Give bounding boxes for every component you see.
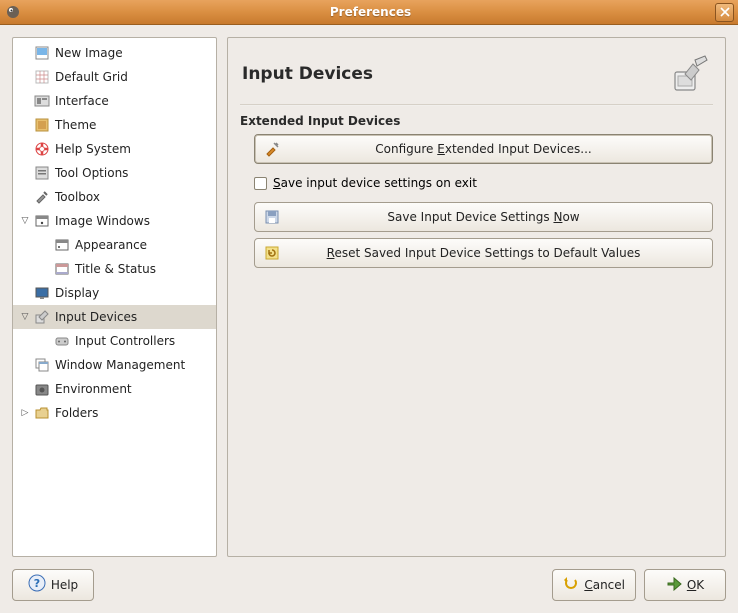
preferences-tree[interactable]: New Image Default Grid Interface Theme bbox=[12, 37, 217, 557]
save-icon bbox=[263, 208, 281, 226]
appearance-icon bbox=[53, 236, 71, 254]
tree-label: Environment bbox=[55, 382, 132, 396]
checkbox-label: Save input device settings on exit bbox=[273, 176, 477, 190]
theme-icon bbox=[33, 116, 51, 134]
tree-label: Input Controllers bbox=[75, 334, 175, 348]
tree-label: Help System bbox=[55, 142, 131, 156]
input-devices-icon bbox=[33, 308, 51, 326]
content-panel: Input Devices Extended Input Devices bbox=[227, 37, 726, 557]
undo-icon bbox=[563, 575, 579, 595]
tree-label: Folders bbox=[55, 406, 98, 420]
input-controllers-icon bbox=[53, 332, 71, 350]
tree-item-default-grid[interactable]: Default Grid bbox=[13, 65, 216, 89]
configure-extended-input-button[interactable]: Configure Extended Input Devices... bbox=[254, 134, 713, 164]
window-management-icon bbox=[33, 356, 51, 374]
tree-label: Theme bbox=[55, 118, 96, 132]
reset-input-settings-button[interactable]: Reset Saved Input Device Settings to Def… bbox=[254, 238, 713, 268]
tree-item-display[interactable]: Display bbox=[13, 281, 216, 305]
save-input-settings-now-button[interactable]: Save Input Device Settings Now bbox=[254, 202, 713, 232]
save-on-exit-checkbox[interactable]: Save input device settings on exit bbox=[254, 170, 713, 196]
divider bbox=[240, 104, 713, 106]
cancel-button[interactable]: Cancel bbox=[552, 569, 636, 601]
tree-item-toolbox[interactable]: Toolbox bbox=[13, 185, 216, 209]
tree-label: Interface bbox=[55, 94, 109, 108]
tree-label: New Image bbox=[55, 46, 123, 60]
tree-item-new-image[interactable]: New Image bbox=[13, 41, 216, 65]
tree-item-help-system[interactable]: Help System bbox=[13, 137, 216, 161]
tree-label: Image Windows bbox=[55, 214, 150, 228]
tree-label: Display bbox=[55, 286, 99, 300]
tree-label: Window Management bbox=[55, 358, 185, 372]
toolbox-icon bbox=[33, 188, 51, 206]
tree-item-image-windows[interactable]: ▽ Image Windows bbox=[13, 209, 216, 233]
tree-label: Tool Options bbox=[55, 166, 128, 180]
tree-label: Input Devices bbox=[55, 310, 137, 324]
titlebar: Preferences bbox=[0, 0, 738, 25]
grid-icon bbox=[33, 68, 51, 86]
expander-icon[interactable]: ▷ bbox=[19, 407, 31, 419]
help-icon: ? bbox=[28, 574, 46, 596]
tree-item-title-status[interactable]: Title & Status bbox=[13, 257, 216, 281]
tree-item-appearance[interactable]: Appearance bbox=[13, 233, 216, 257]
tree-item-interface[interactable]: Interface bbox=[13, 89, 216, 113]
title-status-icon bbox=[53, 260, 71, 278]
tree-item-folders[interactable]: ▷ Folders bbox=[13, 401, 216, 425]
window-title: Preferences bbox=[26, 5, 715, 19]
display-icon bbox=[33, 284, 51, 302]
app-icon bbox=[4, 3, 22, 21]
checkbox-icon bbox=[254, 177, 267, 190]
tree-item-input-devices[interactable]: ▽ Input Devices bbox=[13, 305, 216, 329]
interface-icon bbox=[33, 92, 51, 110]
new-image-icon bbox=[33, 44, 51, 62]
help-button[interactable]: ? Help bbox=[12, 569, 94, 601]
close-button[interactable] bbox=[715, 3, 734, 22]
button-label: Cancel bbox=[584, 578, 625, 592]
tree-label: Appearance bbox=[75, 238, 147, 252]
expander-icon[interactable]: ▽ bbox=[19, 311, 31, 323]
environment-icon bbox=[33, 380, 51, 398]
button-label: Save Input Device Settings Now bbox=[387, 210, 579, 224]
tree-label: Title & Status bbox=[75, 262, 156, 276]
image-windows-icon bbox=[33, 212, 51, 230]
button-label: Configure Extended Input Devices... bbox=[375, 142, 591, 156]
folders-icon bbox=[33, 404, 51, 422]
button-label: Help bbox=[51, 578, 78, 592]
tree-item-input-controllers[interactable]: Input Controllers bbox=[13, 329, 216, 353]
help-icon bbox=[33, 140, 51, 158]
tree-item-environment[interactable]: Environment bbox=[13, 377, 216, 401]
tool-options-icon bbox=[33, 164, 51, 182]
section-title: Extended Input Devices bbox=[240, 114, 713, 128]
reset-icon bbox=[263, 244, 281, 262]
button-label: OK bbox=[687, 578, 704, 592]
svg-text:?: ? bbox=[34, 577, 40, 590]
tree-item-theme[interactable]: Theme bbox=[13, 113, 216, 137]
tree-item-tool-options[interactable]: Tool Options bbox=[13, 161, 216, 185]
tree-label: Default Grid bbox=[55, 70, 128, 84]
button-label: Reset Saved Input Device Settings to Def… bbox=[327, 246, 641, 260]
tree-label: Toolbox bbox=[55, 190, 100, 204]
ok-icon bbox=[666, 575, 682, 595]
tree-item-window-management[interactable]: Window Management bbox=[13, 353, 216, 377]
input-devices-header-icon bbox=[671, 54, 711, 94]
expander-icon[interactable]: ▽ bbox=[19, 215, 31, 227]
ok-button[interactable]: OK bbox=[644, 569, 726, 601]
panel-title: Input Devices bbox=[242, 64, 373, 84]
preferences-icon bbox=[263, 140, 281, 158]
